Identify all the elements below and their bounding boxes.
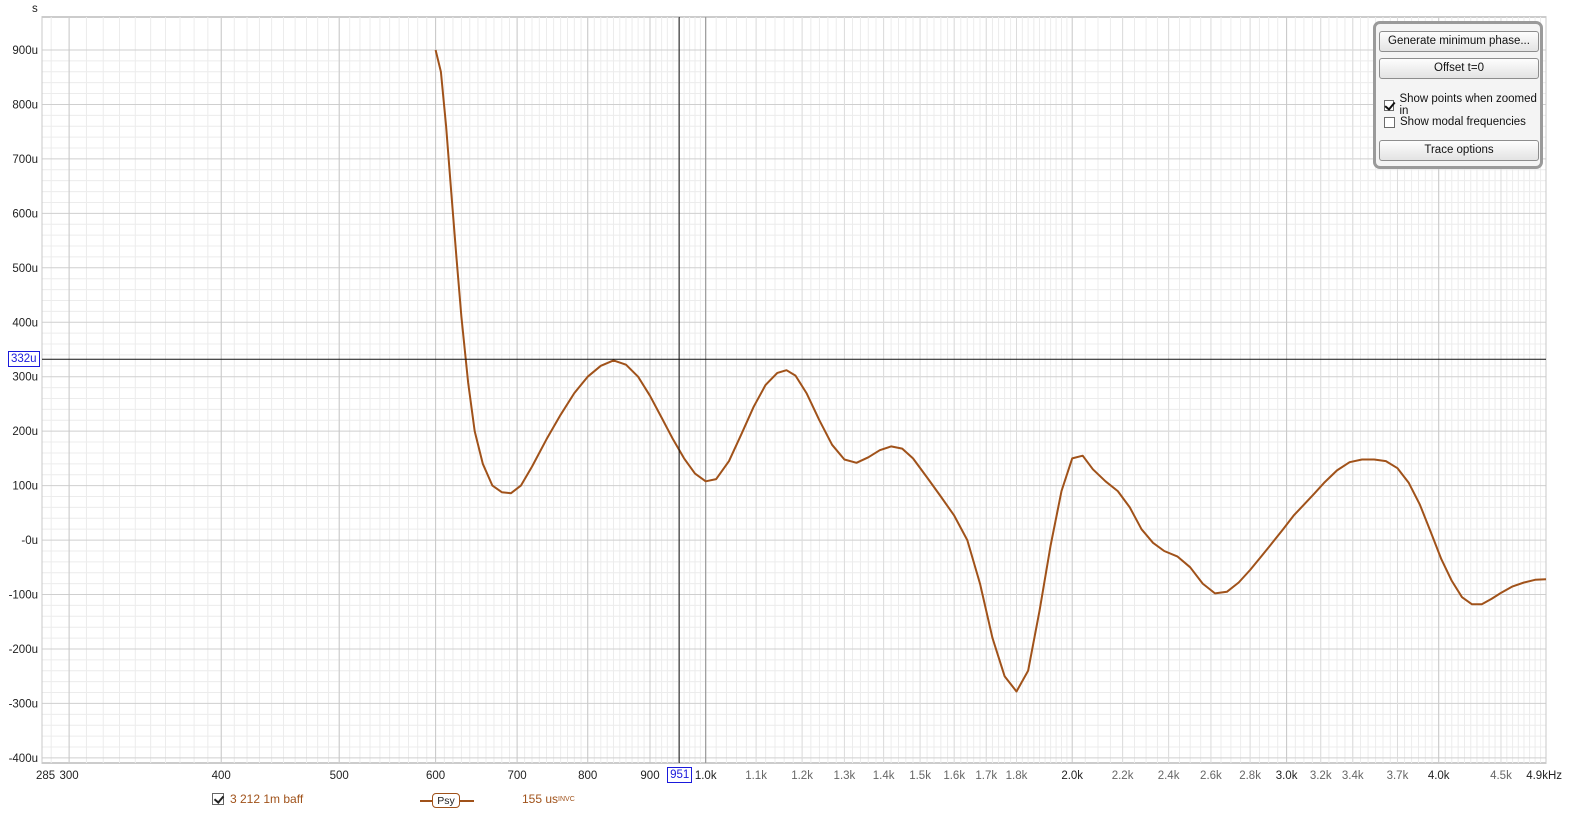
x-tick-label: 2.4k (1158, 770, 1180, 782)
x-tick-label: 900 (640, 770, 659, 782)
y-tick-label: 400u (12, 317, 38, 329)
group-delay-chart[interactable]: 900u 800u 700u 600u 500u 400u 300u 200u 100u -0u -… (0, 0, 1592, 827)
control-panel: Generate minimum phase... Offset t=0 Sho… (1373, 21, 1543, 169)
x-tick-label: 1.0k (695, 770, 717, 782)
x-tick-label: 2.6k (1200, 770, 1222, 782)
y-tick-label: -100u (9, 590, 38, 602)
show-modal-label: Show modal frequencies (1400, 116, 1526, 128)
x-tick-label: 400 (212, 770, 231, 782)
x-tick-label: 1.4k (873, 770, 895, 782)
y-tick-label: 200u (12, 426, 38, 438)
trace-value: 155 us (522, 792, 559, 806)
x-tick-label: 3.7k (1387, 770, 1409, 782)
x-tick-label: 2.8k (1239, 770, 1261, 782)
generate-minimum-phase-button[interactable]: Generate minimum phase... (1379, 31, 1539, 52)
trace-value-suffix: INVC (558, 795, 575, 803)
trace-cursor-value: 155 us INVC (522, 792, 575, 806)
x-tick-label: 4.9kHz (1526, 770, 1562, 782)
x-tick-label: 1.5k (909, 770, 931, 782)
x-tick-label: 3.4k (1342, 770, 1364, 782)
x-tick-label: 4.5k (1490, 770, 1512, 782)
x-tick-label: 2.0k (1061, 770, 1083, 782)
show-modal-option[interactable]: Show modal frequencies (1384, 116, 1526, 128)
trace-name: 3 212 1m baff (230, 792, 304, 806)
x-tick-label: 1.1k (745, 770, 767, 782)
smoothing-badge[interactable]: Psy (432, 793, 460, 808)
y-axis-unit: s (32, 3, 38, 15)
y-tick-label: 500u (12, 263, 38, 275)
show-points-checkbox[interactable] (1384, 99, 1395, 111)
x-tick-label: 285 (36, 770, 55, 782)
trace-options-button[interactable]: Trace options (1379, 140, 1539, 161)
x-tick-label: 500 (330, 770, 349, 782)
x-tick-label: 3.0k (1276, 770, 1298, 782)
x-tick-label: 1.3k (834, 770, 856, 782)
x-tick-label: 1.6k (943, 770, 965, 782)
y-tick-label: -300u (9, 698, 38, 710)
x-tick-label: 600 (426, 770, 445, 782)
y-tick-label: 700u (12, 154, 38, 166)
trace-visible-checkbox[interactable] (212, 793, 224, 805)
y-tick-label: 100u (12, 481, 38, 493)
x-tick-label: 300 (60, 770, 79, 782)
x-tick-label: 700 (508, 770, 527, 782)
x-tick-label: 3.2k (1310, 770, 1332, 782)
x-tick-label: 800 (578, 770, 597, 782)
y-tick-label: -200u (9, 644, 38, 656)
cursor-x-readout: 951 (667, 767, 693, 783)
show-modal-checkbox[interactable] (1384, 116, 1395, 128)
show-points-option[interactable]: Show points when zoomed in (1384, 93, 1540, 117)
y-tick-label: 600u (12, 208, 38, 220)
trace-legend-item[interactable]: 3 212 1m baff (212, 792, 303, 806)
x-tick-label: 1.2k (791, 770, 813, 782)
cursor-y-readout: 332u (8, 351, 40, 368)
x-tick-label: 1.7k (975, 770, 997, 782)
x-tick-label: 4.0k (1428, 770, 1450, 782)
y-tick-label: -400u (9, 753, 38, 765)
x-tick-label: 1.8k (1006, 770, 1028, 782)
x-tick-label: 2.2k (1112, 770, 1134, 782)
y-tick-label: 900u (12, 45, 38, 57)
y-tick-label: -0u (21, 535, 38, 547)
y-tick-label: 800u (12, 99, 38, 111)
show-points-label: Show points when zoomed in (1399, 93, 1537, 117)
y-tick-label: 300u (12, 372, 38, 384)
offset-t0-button[interactable]: Offset t=0 (1379, 58, 1539, 79)
